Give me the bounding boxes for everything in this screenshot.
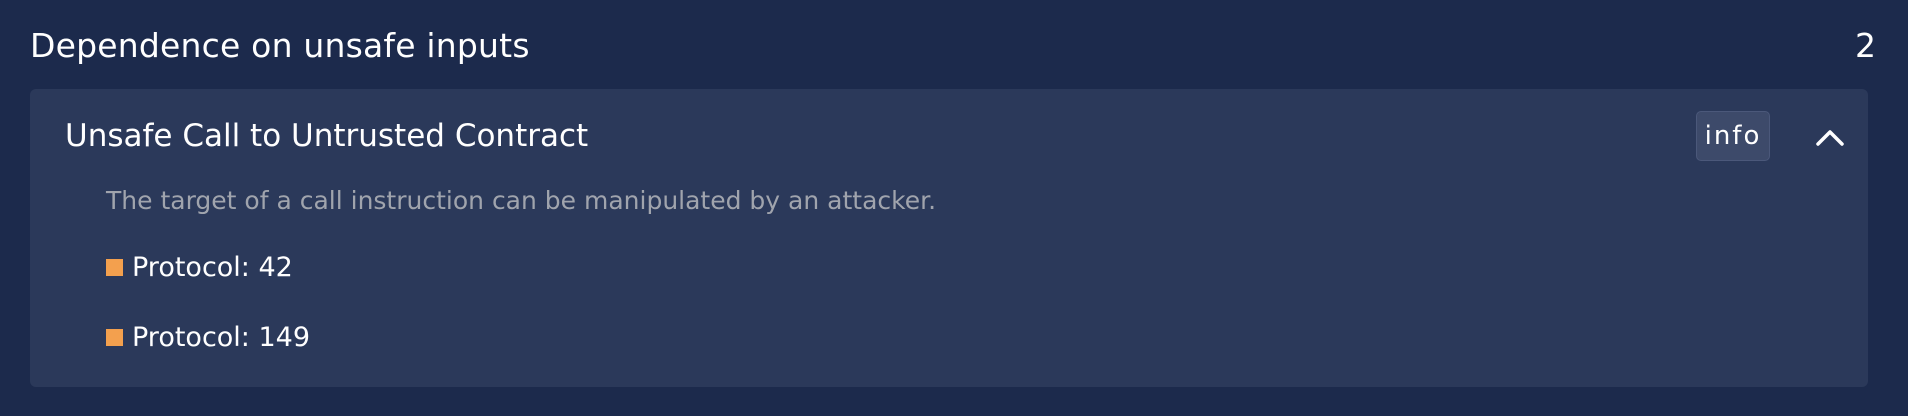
chevron-up-icon — [1816, 130, 1844, 146]
severity-badge: info — [1696, 111, 1770, 161]
list-item[interactable]: Protocol: 149 — [106, 322, 310, 353]
list-item[interactable]: Protocol: 42 — [106, 252, 293, 283]
section-header: Dependence on unsafe inputs 2 — [30, 18, 1878, 72]
issue-card-header[interactable]: Unsafe Call to Untrusted Contract — [65, 89, 1868, 183]
issue-count: 2 — [1855, 25, 1876, 65]
section-title: Dependence on unsafe inputs — [30, 25, 530, 65]
issue-card: Unsafe Call to Untrusted Contract info T… — [30, 89, 1868, 387]
issue-description: The target of a call instruction can be … — [106, 186, 937, 215]
list-item-label: Protocol: 42 — [132, 252, 293, 283]
collapse-toggle-button[interactable] — [1806, 113, 1854, 161]
list-item-label: Protocol: 149 — [132, 322, 311, 353]
square-marker-icon — [106, 329, 123, 346]
issue-title: Unsafe Call to Untrusted Contract — [65, 118, 589, 154]
square-marker-icon — [106, 259, 123, 276]
